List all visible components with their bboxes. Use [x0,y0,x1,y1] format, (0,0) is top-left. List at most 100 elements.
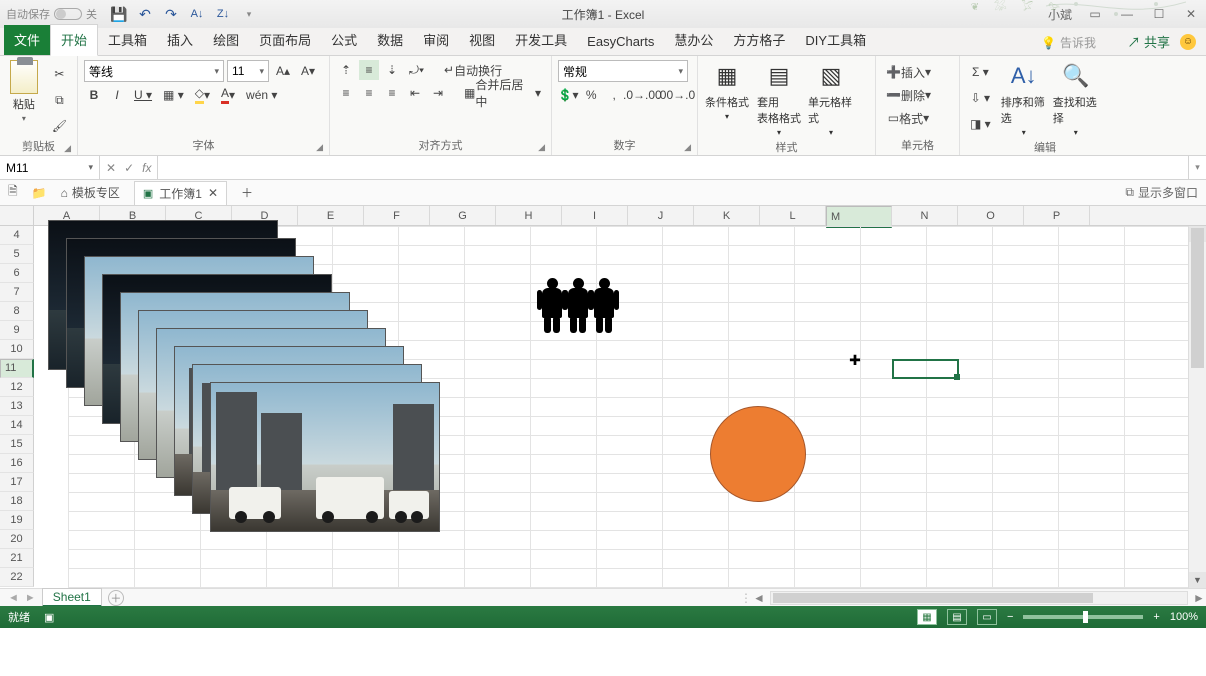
hscroll-right-icon[interactable]: ► [1192,591,1206,605]
find-select-button[interactable]: 🔍查找和选择▾ [1053,60,1099,137]
increase-decimal-icon[interactable]: .0→.00 [627,85,657,105]
align-right-icon[interactable]: ≡ [382,83,402,103]
italic-button[interactable]: I [107,85,127,105]
tab-home[interactable]: 开始 [50,24,98,56]
col-header[interactable]: I [562,206,628,225]
row-header[interactable]: 5 [0,245,34,264]
format-painter-icon[interactable]: 🖌 [48,116,71,136]
expand-formula-icon[interactable]: ▾ [1188,156,1206,179]
qat-more-icon[interactable]: ▾ [241,6,257,22]
row-header[interactable]: 13 [0,397,34,416]
select-all-corner[interactable] [0,206,34,225]
row-header[interactable]: 15 [0,435,34,454]
border-button[interactable]: ▦ ▾ [159,85,188,105]
percent-icon[interactable]: % [581,85,601,105]
sort-filter-button[interactable]: A↓排序和筛选▾ [1001,60,1047,137]
col-header[interactable]: G [430,206,496,225]
sheet-nav-prev-icon[interactable]: ◄ [8,592,19,604]
fx-icon[interactable]: fx [142,161,151,175]
row-header[interactable]: 22 [0,568,34,587]
maximize-icon[interactable]: ☐ [1150,7,1168,21]
zoom-level[interactable]: 100% [1170,611,1198,623]
tab-diy[interactable]: DIY工具箱 [795,25,876,55]
share-button[interactable]: ↗ 共享 [1127,32,1170,51]
close-icon[interactable]: ✕ [1182,7,1200,21]
view-pagebreak-icon[interactable]: ▭ [977,609,997,625]
launcher-icon[interactable]: ◢ [64,143,71,154]
row-header[interactable]: 8 [0,302,34,321]
col-header-selected[interactable]: M [826,206,892,228]
hscroll-left-icon[interactable]: ◄ [752,591,766,605]
save-icon[interactable]: 💾 [111,6,127,22]
col-header[interactable]: H [496,206,562,225]
confirm-edit-icon[interactable]: ✓ [124,161,134,175]
tab-toolbox[interactable]: 工具箱 [98,25,157,55]
tab-huibangong[interactable]: 慧办公 [664,25,723,55]
tab-data[interactable]: 数据 [367,25,413,55]
templates-button[interactable]: ⌂ 模板专区 [61,184,120,201]
col-header[interactable]: P [1024,206,1090,225]
col-header[interactable]: E [298,206,364,225]
tab-view[interactable]: 视图 [459,25,505,55]
sort-asc-icon[interactable]: A↓ [189,6,205,22]
underline-button[interactable]: U ▾ [130,85,156,105]
font-name-select[interactable]: 等线▾ [84,60,224,82]
formula-input[interactable] [158,156,1188,179]
cut-icon[interactable]: ✂ [48,64,71,84]
row-header[interactable]: 10 [0,340,34,359]
undo-icon[interactable]: ↶ [137,6,153,22]
sheet-nav-next-icon[interactable]: ► [25,592,36,604]
close-tab-icon[interactable]: ✕ [208,186,218,200]
row-header[interactable]: 9 [0,321,34,340]
sheet-tab[interactable]: Sheet1 [42,588,102,608]
autosum-icon[interactable]: Σ ▾ [966,62,995,82]
feedback-icon[interactable]: ☺ [1180,34,1196,50]
col-header[interactable]: F [364,206,430,225]
align-top-icon[interactable]: ⇡ [336,60,356,80]
add-workbook-icon[interactable]: ＋ [241,184,253,201]
tab-developer[interactable]: 开发工具 [505,25,577,55]
minimize-icon[interactable]: — [1118,7,1136,21]
name-box[interactable]: M11▾ [0,156,100,179]
copy-icon[interactable]: ⧉ [48,90,71,110]
row-header[interactable]: 11 [0,359,34,378]
launcher-icon[interactable]: ◢ [316,142,323,153]
horizontal-scrollbar[interactable] [770,591,1188,605]
decrease-decimal-icon[interactable]: .00→.0 [661,85,691,105]
col-header[interactable]: K [694,206,760,225]
launcher-icon[interactable]: ◢ [538,142,545,153]
row-header[interactable]: 19 [0,511,34,530]
row-header[interactable]: 6 [0,264,34,283]
scroll-thumb[interactable] [773,593,1093,603]
align-middle-icon[interactable]: ≡ [359,60,379,80]
delete-cell-button[interactable]: ➖ 删除 ▾ [882,85,935,105]
decrease-indent-icon[interactable]: ⇤ [405,83,425,103]
launcher-icon[interactable]: ◢ [684,142,691,153]
row-header[interactable]: 14 [0,416,34,435]
comma-icon[interactable]: , [604,85,624,105]
align-left-icon[interactable]: ≡ [336,83,356,103]
tab-review[interactable]: 审阅 [413,25,459,55]
table-format-button[interactable]: ▤套用 表格格式▾ [756,60,802,137]
row-header[interactable]: 16 [0,454,34,473]
multi-window-button[interactable]: ⧉ 显示多窗口 [1125,184,1198,201]
merge-center-button[interactable]: ▦ 合并后居中 ▾ [460,83,545,103]
clear-icon[interactable]: ◨ ▾ [966,114,995,134]
format-cell-button[interactable]: ▭ 格式 ▾ [882,108,935,128]
row-header[interactable]: 17 [0,473,34,492]
row-header[interactable]: 12 [0,378,34,397]
cancel-edit-icon[interactable]: ✕ [106,161,116,175]
phonetic-button[interactable]: wén ▾ [242,85,281,105]
bold-button[interactable]: B [84,85,104,105]
col-header[interactable]: L [760,206,826,225]
accounting-icon[interactable]: 💲▾ [558,85,578,105]
ribbon-display-icon[interactable]: ▭ [1086,7,1104,21]
tell-me[interactable]: 💡告诉我 [1041,34,1096,51]
increase-font-icon[interactable]: A▴ [272,61,294,81]
tab-insert[interactable]: 插入 [157,25,203,55]
number-format-select[interactable]: 常规▾ [558,60,688,82]
font-color-button[interactable]: A ▾ [217,85,239,105]
redo-icon[interactable]: ↷ [163,6,179,22]
user-name[interactable]: 小斌 [1048,6,1072,23]
tab-fanggezi[interactable]: 方方格子 [723,25,795,55]
